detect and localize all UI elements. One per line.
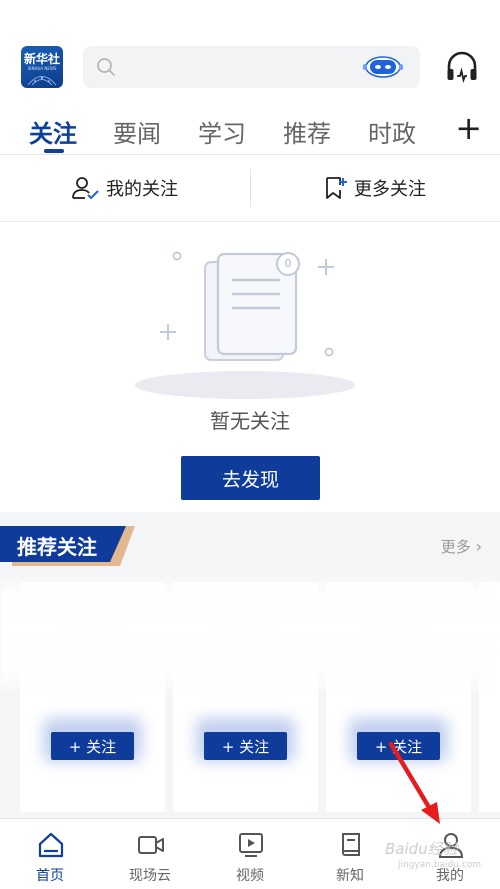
chevron-right-icon: › [475,537,482,556]
follow-toolbar: 我的关注 更多关注 [0,155,500,221]
book-icon [342,833,360,856]
divider [0,221,500,222]
my-follow-label: 我的关注 [106,179,178,200]
logo-subtext: XINHUA NEWS [27,66,57,71]
more-follow-button[interactable]: 更多关注 [250,155,500,221]
red-arrow-annotation [388,741,440,824]
play-video-icon [239,833,263,857]
more-link-label: 更多 [440,538,471,556]
recommend-title: 推荐关注 [17,535,97,559]
discover-button[interactable]: 去发现 [181,456,320,500]
tab-politics[interactable]: 时政 [368,114,416,149]
my-follow-button[interactable]: 我的关注 [0,155,250,221]
watermark-url: jingyan.baidu.com [398,860,482,870]
headphone-icon[interactable] [446,50,478,84]
watermark: Baidu经验 [385,840,458,858]
home-icon [38,832,64,858]
tab-headlines[interactable]: 要闻 [113,114,161,149]
nav-video[interactable]: 视频 [200,829,300,887]
logo-text: 新华社 [23,52,60,66]
nav-home-label: 首页 [36,868,64,884]
video-camera-icon [138,836,164,854]
globe-pattern-icon [27,76,57,86]
add-bookmark-icon [326,177,347,199]
nav-home[interactable]: 首页 [0,829,100,887]
tab-study[interactable]: 学习 [198,114,246,149]
count-badge: 0 [284,257,292,270]
search-icon [97,58,115,76]
top-bar: 新华社 XINHUA NEWS [0,0,500,100]
robot-assistant-icon[interactable] [362,55,404,79]
nav-video-label: 视频 [236,868,264,884]
tab-recommend[interactable]: 推荐 [283,114,331,149]
nav-live-cloud-label: 现场云 [129,868,171,884]
nav-new-knowledge-label: 新知 [336,868,364,884]
more-link[interactable]: 更多 › [441,536,482,557]
more-follow-label: 更多关注 [354,179,426,200]
add-channel-icon[interactable]: + [455,112,482,144]
tab-follow[interactable]: 关注 [29,114,77,149]
channel-tabs: 关注 要闻 学习 推荐 时政 + [0,104,500,154]
follow-button[interactable]: + 关注 [51,732,134,760]
blur-overlay [0,572,500,692]
nav-live-cloud[interactable]: 现场云 [100,829,200,887]
empty-state-text: 暂无关注 [210,409,290,433]
empty-documents-icon [135,251,355,399]
app-logo[interactable]: 新华社 XINHUA NEWS [21,46,63,88]
app-screen: 新华社 XINHUA NEWS 关注 要闻 学习 推荐 时政 + 我的关注 更多… [0,0,500,889]
follow-button[interactable]: + 关注 [204,732,287,760]
user-check-icon [72,177,99,200]
search-bar[interactable] [83,46,420,88]
recommend-header: 推荐关注 [0,526,135,566]
active-tab-indicator [44,149,64,153]
